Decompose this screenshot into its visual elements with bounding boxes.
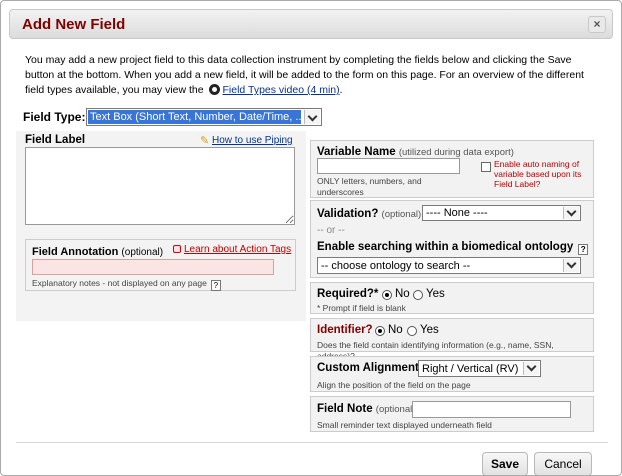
required-yes-radio[interactable] — [413, 290, 423, 300]
field-note-hint: Small reminder text displayed underneath… — [317, 420, 492, 430]
field-type-label: Field Type: — [23, 110, 86, 124]
identifier-yes-label: Yes — [420, 324, 439, 336]
chevron-down-icon[interactable] — [563, 258, 579, 272]
field-note-input[interactable] — [412, 401, 571, 418]
variable-name-section: Variable Name (utilized during data expo… — [310, 140, 594, 198]
help-icon[interactable]: ? — [210, 280, 221, 291]
pencil-icon: ✎ — [200, 135, 210, 147]
chevron-down-icon[interactable] — [523, 361, 539, 375]
required-label: Required?* — [317, 288, 379, 300]
validation-section: Validation? (optional) ---- None ---- --… — [310, 200, 594, 278]
field-note-section: Field Note (optional) Small reminder tex… — [310, 396, 594, 432]
annotation-input[interactable] — [32, 259, 274, 275]
intro-text: You may add a new project field to this … — [25, 53, 595, 98]
field-type-value: Text Box (Short Text, Number, Date/Time,… — [88, 110, 301, 124]
field-types-video-link[interactable]: Field Types video (4 min) — [223, 84, 340, 96]
alignment-label: Custom Alignment — [317, 362, 419, 374]
required-no-label: No — [395, 288, 410, 300]
or-divider: -- or -- — [317, 225, 345, 236]
add-field-dialog: Add New Field × You may add a new projec… — [0, 0, 622, 476]
help-icon[interactable]: ? — [578, 244, 589, 255]
film-icon — [208, 84, 220, 95]
auto-naming-label: Enable auto naming of variable based upo… — [494, 159, 582, 189]
tag-icon — [173, 245, 181, 253]
identifier-no-label: No — [388, 324, 403, 336]
save-button[interactable]: Save — [482, 452, 528, 475]
auto-naming-checkbox[interactable] — [481, 162, 491, 172]
intro-end: . — [339, 84, 343, 96]
dialog-title: Add New Field — [22, 16, 126, 33]
validation-select[interactable]: ---- None ---- — [422, 205, 581, 221]
ontology-label: Enable searching within a biomedical ont… — [317, 241, 589, 255]
identifier-section: Identifier? No Yes Does the field contai… — [310, 318, 594, 361]
required-no-radio[interactable] — [382, 290, 392, 300]
cancel-button[interactable]: Cancel — [534, 452, 592, 475]
validation-label: Validation? (optional) — [317, 208, 422, 220]
identifier-label: Identifier? — [317, 324, 373, 336]
variable-name-hint: ONLY letters, numbers, and underscores — [317, 176, 422, 197]
field-type-select[interactable]: Text Box (Short Text, Number, Date/Time,… — [86, 108, 322, 126]
field-label-title: Field Label — [25, 134, 86, 146]
annotation-hint: Explanatory notes - not displayed on any… — [32, 278, 221, 291]
dialog-titlebar: Add New Field × — [9, 9, 613, 39]
close-button[interactable]: × — [588, 16, 606, 33]
field-note-label: Field Note (optional) — [317, 403, 416, 415]
identifier-no-radio[interactable] — [375, 326, 385, 336]
required-yes-label: Yes — [426, 288, 445, 300]
action-tags-link[interactable]: Learn about Action Tags — [184, 244, 291, 255]
field-label-textarea[interactable] — [25, 147, 295, 225]
alignment-select[interactable]: Right / Vertical (RV) — [418, 360, 541, 377]
required-hint: * Prompt if field is blank — [317, 303, 406, 313]
alignment-section: Custom Alignment Right / Vertical (RV) A… — [310, 356, 594, 392]
chevron-down-icon[interactable] — [304, 110, 320, 124]
piping-help-link[interactable]: How to use Piping — [212, 135, 293, 146]
alignment-hint: Align the position of the field on the p… — [317, 380, 471, 390]
variable-name-label: Variable Name (utilized during data expo… — [317, 146, 514, 158]
ontology-select[interactable]: -- choose ontology to search -- — [317, 257, 581, 274]
variable-name-input[interactable] — [317, 158, 460, 174]
footer-divider — [16, 442, 608, 443]
required-section: Required?* No Yes * Prompt if field is b… — [310, 282, 594, 314]
annotation-title: Field Annotation (optional) — [32, 246, 164, 258]
identifier-yes-radio[interactable] — [407, 326, 417, 336]
chevron-down-icon[interactable] — [563, 206, 579, 219]
